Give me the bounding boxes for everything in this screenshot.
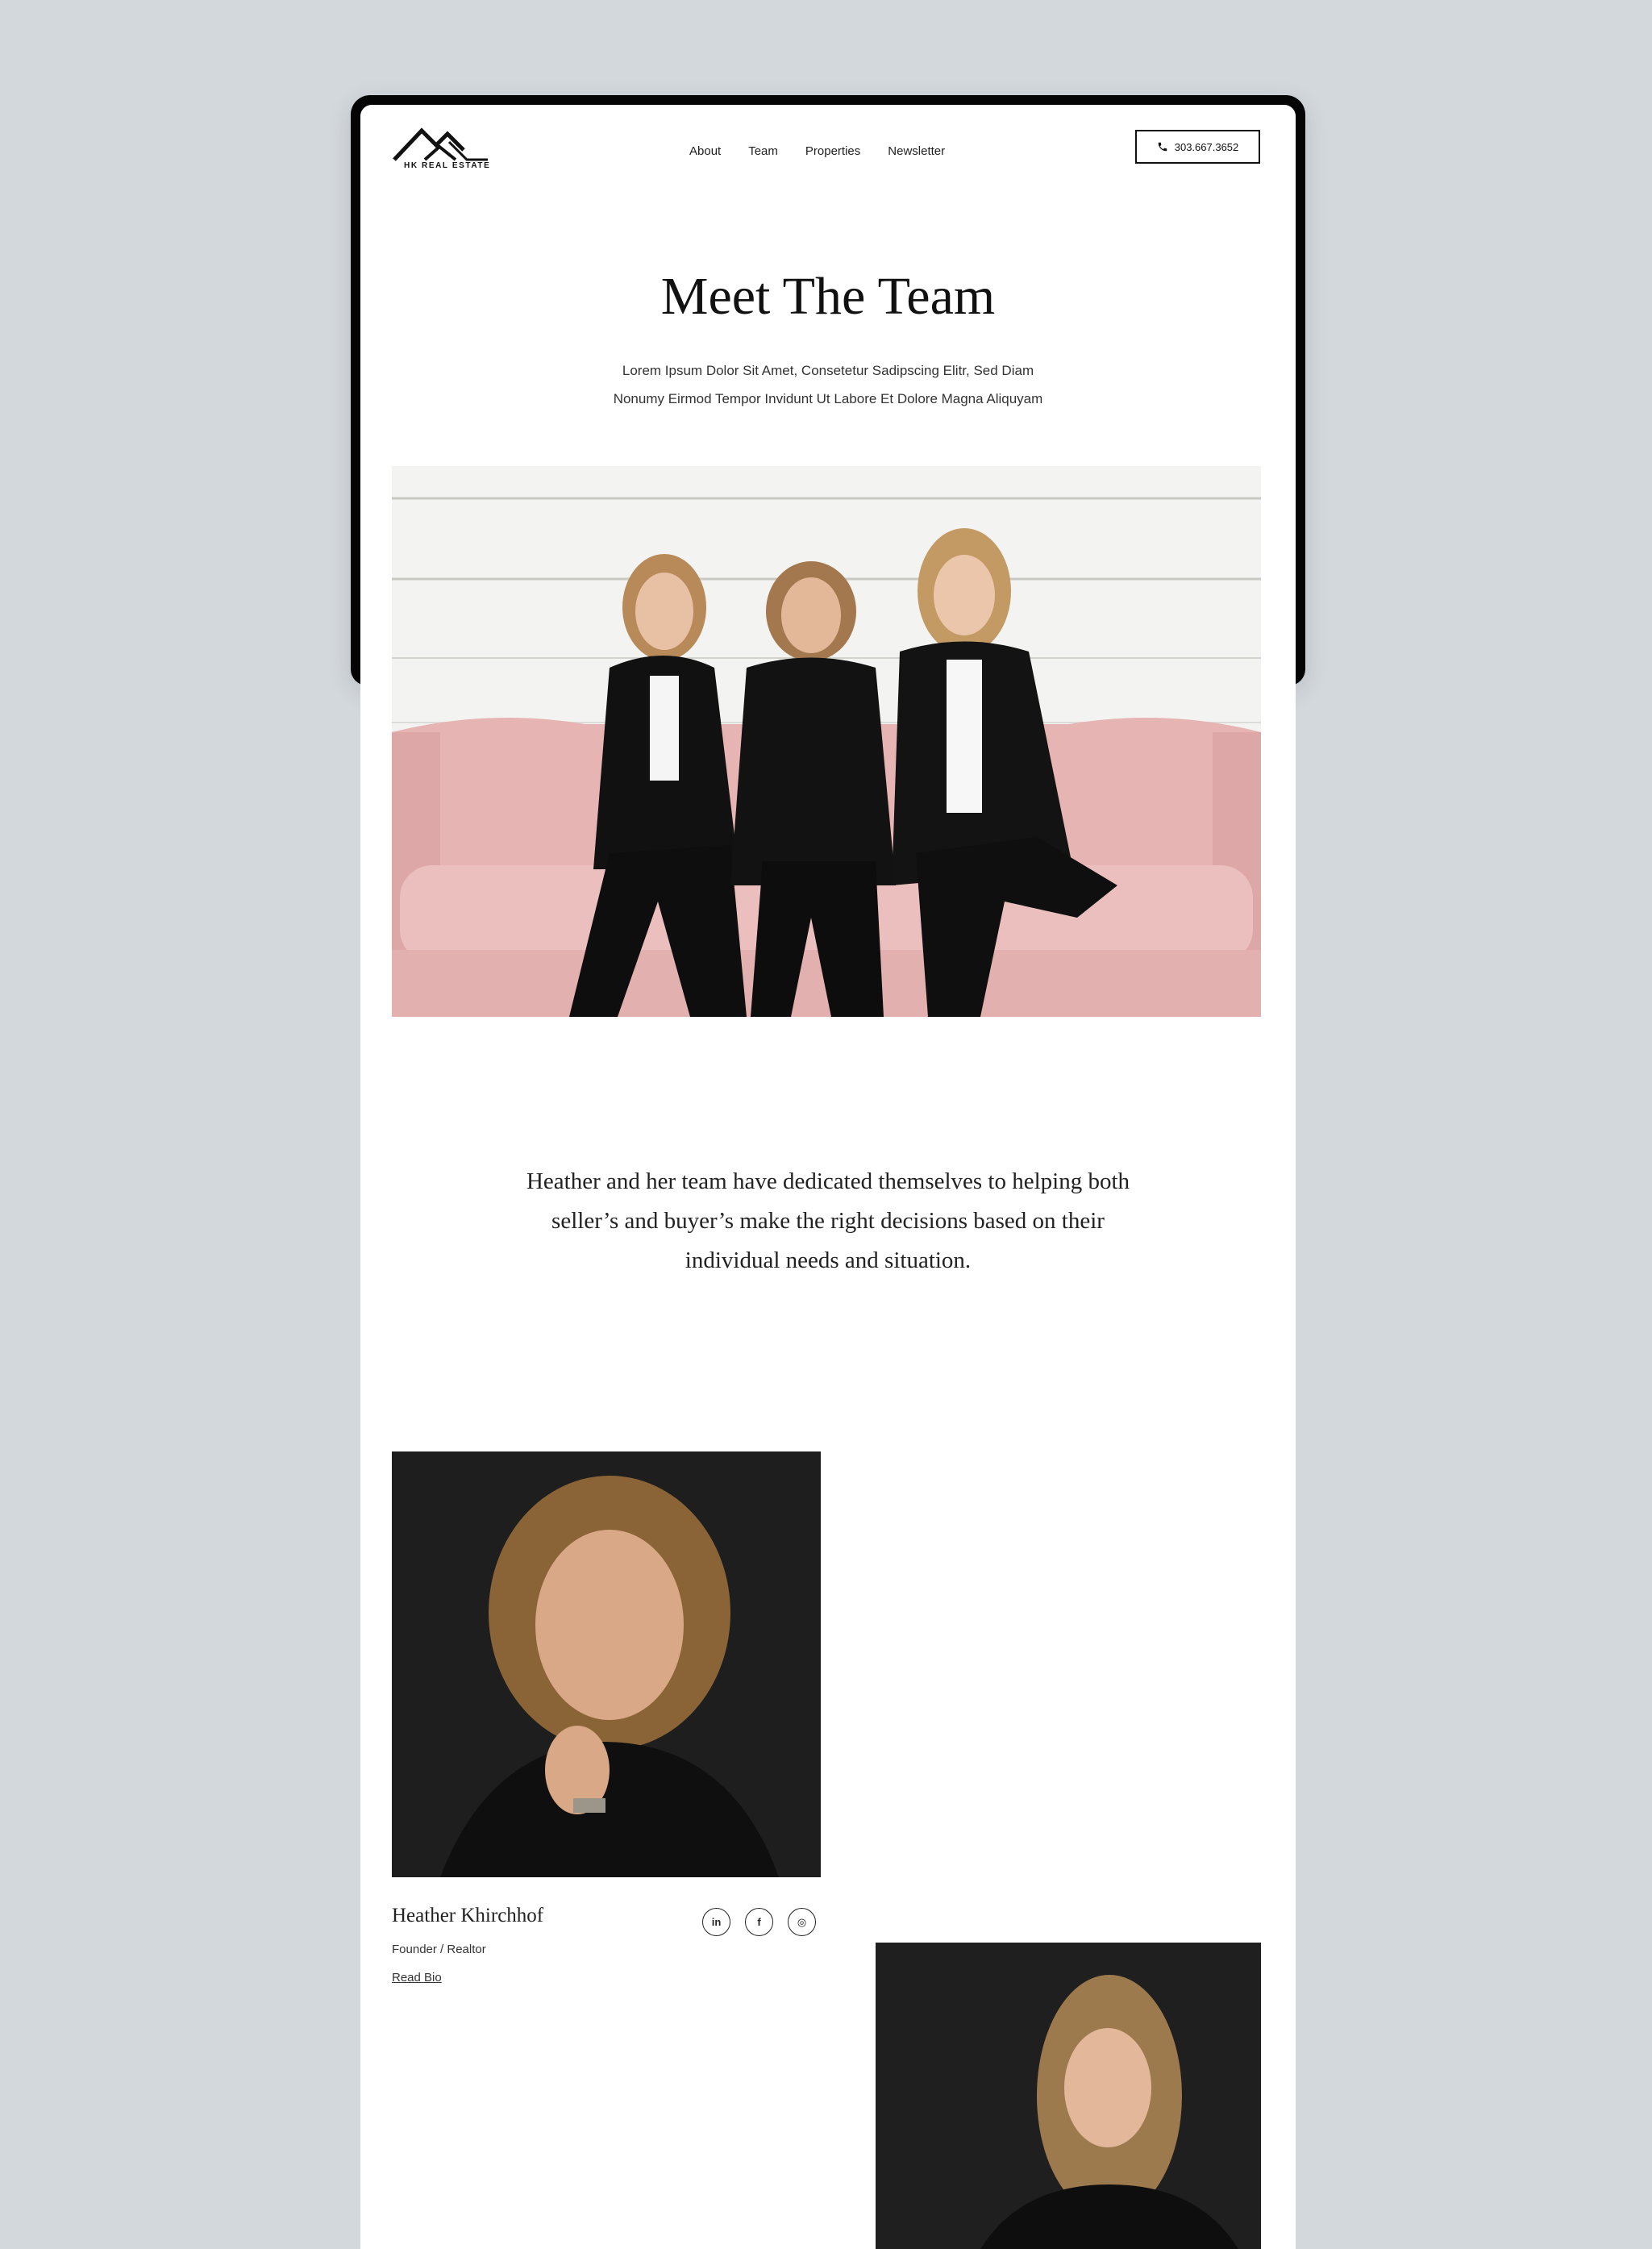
member-role: Founder / Realtor (392, 1943, 486, 1956)
team-photo-image (392, 466, 1261, 1017)
page-title: Meet The Team (660, 267, 996, 326)
phone-number: 303.667.3652 (1174, 140, 1239, 153)
member-portrait-image (392, 1451, 821, 1877)
instagram-icon[interactable]: ◎ (788, 1908, 816, 1936)
phone-icon (1158, 142, 1167, 152)
facebook-icon[interactable]: f (745, 1908, 773, 1936)
hero-subtitle-line2: Nonumy Eirmod Tempor Invidunt Ut Labore … (613, 391, 1043, 406)
team-photo (392, 466, 1261, 1017)
nav-properties[interactable]: Properties (805, 144, 860, 158)
read-bio-link[interactable]: Read Bio (392, 1971, 442, 1985)
mountain-logo-icon (393, 127, 488, 161)
nav-team[interactable]: Team (748, 144, 778, 158)
intro-quote: Heather and her team have dedicated them… (526, 1168, 1130, 1273)
hero-subtitle-line1: Lorem Ipsum Dolor Sit Amet, Consetetur S… (622, 363, 1034, 378)
web-page: HK REAL ESTATE About Team Properties New… (360, 105, 1296, 2249)
nav-newsletter[interactable]: Newsletter (888, 144, 945, 158)
nav-about[interactable]: About (689, 144, 721, 158)
linkedin-icon[interactable]: in (702, 1908, 730, 1936)
member-photo-2[interactable] (876, 1943, 1261, 2249)
logo-text: HK REAL ESTATE (404, 161, 491, 170)
phone-button[interactable]: 303.667.3652 (1135, 130, 1260, 164)
main-nav: About Team Properties Newsletter (689, 139, 945, 163)
member-portrait-2-image (876, 1943, 1261, 2249)
member-photo[interactable] (392, 1451, 821, 1877)
member-name: Heather Khirchhof (392, 1905, 544, 1926)
logo[interactable]: HK REAL ESTATE (393, 126, 491, 176)
member-socials: in f ◎ (702, 1908, 816, 1936)
